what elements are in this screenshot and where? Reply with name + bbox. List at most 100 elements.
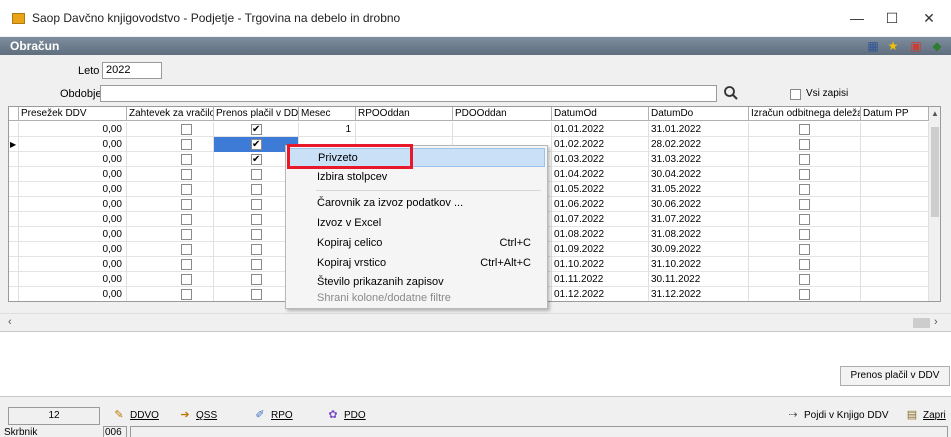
izracun-checkbox[interactable]	[799, 274, 810, 285]
cell-izracun[interactable]	[749, 197, 861, 212]
scroll-left-icon[interactable]: ‹	[8, 316, 12, 328]
zahtevek-checkbox[interactable]	[181, 274, 192, 285]
rpo-button[interactable]: ✐ RPO	[253, 408, 292, 423]
scroll-right-icon[interactable]: ›	[934, 316, 938, 328]
cell-datum-pp[interactable]	[861, 122, 929, 137]
cell-zahtevek[interactable]	[127, 212, 214, 227]
cell-datumdo[interactable]: 31.05.2022	[649, 182, 749, 197]
maximize-button[interactable]: ☐	[880, 8, 904, 28]
menu-item-kopiraj-vrstico[interactable]: Kopiraj vrstico Ctrl+Alt+C	[288, 254, 545, 273]
cell-datum-pp[interactable]	[861, 272, 929, 287]
cell-datumod[interactable]: 01.05.2022	[552, 182, 649, 197]
cell-presezek[interactable]: 0,00	[19, 152, 127, 167]
cell-zahtevek[interactable]	[127, 152, 214, 167]
izracun-checkbox[interactable]	[799, 259, 810, 270]
menu-item-carovnik-izvoz[interactable]: Čarovnik za izvoz podatkov ...	[288, 194, 545, 213]
col-rpooddan[interactable]: RPOOddan	[356, 107, 453, 121]
prenos-checkbox[interactable]	[251, 137, 262, 152]
zahtevek-checkbox[interactable]	[181, 199, 192, 210]
cell-datumdo[interactable]: 30.04.2022	[649, 167, 749, 182]
zahtevek-checkbox[interactable]	[181, 229, 192, 240]
prenos-checkbox[interactable]	[251, 214, 262, 225]
ddvo-button[interactable]: ✎ DDVO	[112, 408, 159, 423]
cell-izracun[interactable]	[749, 272, 861, 287]
cell-presezek[interactable]: 0,00	[19, 137, 127, 152]
col-zahtevek-za-vracilo[interactable]: Zahtevek za vračilo	[127, 107, 214, 121]
cell-presezek[interactable]: 0,00	[19, 287, 127, 301]
cell-datumdo[interactable]: 30.09.2022	[649, 242, 749, 257]
col-datumdo[interactable]: DatumDo	[649, 107, 749, 121]
prenos-checkbox[interactable]	[251, 259, 262, 270]
zapri-button[interactable]: ▤ Zapri	[905, 408, 946, 423]
col-datumod[interactable]: DatumOd	[552, 107, 649, 121]
cell-datum-pp[interactable]	[861, 212, 929, 227]
zahtevek-checkbox[interactable]	[181, 139, 192, 150]
cell-prenos[interactable]	[214, 122, 299, 137]
cell-datumdo[interactable]: 31.01.2022	[649, 122, 749, 137]
zahtevek-checkbox[interactable]	[181, 124, 192, 135]
cell-datumod[interactable]: 01.07.2022	[552, 212, 649, 227]
zahtevek-checkbox[interactable]	[181, 244, 192, 255]
pdo-button[interactable]: ✿ PDO	[326, 408, 365, 423]
cell-datumdo[interactable]: 30.06.2022	[649, 197, 749, 212]
table-row[interactable]: 0,00 1 01.01.202231.01.2022	[9, 122, 929, 137]
cell-izracun[interactable]	[749, 122, 861, 137]
prenos-checkbox[interactable]	[251, 274, 262, 285]
izracun-checkbox[interactable]	[799, 154, 810, 165]
cell-presezek[interactable]: 0,00	[19, 167, 127, 182]
grid-vertical-scroll-thumb[interactable]	[931, 127, 939, 217]
qss-button[interactable]: ➔ QSS	[178, 408, 217, 423]
zahtevek-checkbox[interactable]	[181, 259, 192, 270]
cell-presezek[interactable]: 0,00	[19, 242, 127, 257]
prenos-checkbox[interactable]	[251, 199, 262, 210]
cell-presezek[interactable]: 0,00	[19, 197, 127, 212]
prenos-checkbox[interactable]	[251, 122, 262, 137]
col-mesec[interactable]: Mesec	[299, 107, 356, 121]
pdf-icon[interactable]: ▣	[909, 39, 923, 53]
obdobje-input[interactable]	[100, 85, 717, 102]
cell-presezek[interactable]: 0,00	[19, 182, 127, 197]
izracun-checkbox[interactable]	[799, 199, 810, 210]
vsi-zapisi-checkbox[interactable]	[790, 89, 801, 100]
grid-vertical-scrollbar[interactable]: ▲	[929, 107, 940, 301]
cell-izracun[interactable]	[749, 227, 861, 242]
izracun-checkbox[interactable]	[799, 289, 810, 300]
leto-input[interactable]: 2022	[102, 62, 162, 79]
cell-datumod[interactable]: 01.08.2022	[552, 227, 649, 242]
cell-datum-pp[interactable]	[861, 242, 929, 257]
cell-izracun[interactable]	[749, 152, 861, 167]
prenos-checkbox[interactable]	[251, 152, 262, 167]
prenos-checkbox[interactable]	[251, 289, 262, 300]
cell-izracun[interactable]	[749, 167, 861, 182]
cell-zahtevek[interactable]	[127, 272, 214, 287]
cell-pdooddan[interactable]	[453, 122, 552, 137]
cell-datumod[interactable]: 01.01.2022	[552, 122, 649, 137]
cell-zahtevek[interactable]	[127, 137, 214, 152]
cell-datumdo[interactable]: 31.10.2022	[649, 257, 749, 272]
col-izracun-odbitnega-deleza[interactable]: Izračun odbitnega deleža	[749, 107, 861, 121]
col-prenos-placil[interactable]: Prenos plačil v DDV	[214, 107, 299, 121]
cell-zahtevek[interactable]	[127, 242, 214, 257]
menu-item-kopiraj-celico[interactable]: Kopiraj celico Ctrl+C	[288, 234, 545, 253]
cell-datum-pp[interactable]	[861, 167, 929, 182]
izracun-checkbox[interactable]	[799, 184, 810, 195]
cell-izracun[interactable]	[749, 137, 861, 152]
cell-zahtevek[interactable]	[127, 197, 214, 212]
cell-datumdo[interactable]: 31.12.2022	[649, 287, 749, 301]
cell-presezek[interactable]: 0,00	[19, 257, 127, 272]
cell-datumod[interactable]: 01.04.2022	[552, 167, 649, 182]
cell-zahtevek[interactable]	[127, 257, 214, 272]
prenos-checkbox[interactable]	[251, 169, 262, 180]
cell-izracun[interactable]	[749, 257, 861, 272]
col-pdooddan[interactable]: PDOOddan	[453, 107, 552, 121]
star-icon[interactable]: ★	[886, 39, 900, 53]
zahtevek-checkbox[interactable]	[181, 169, 192, 180]
cell-mesec[interactable]: 1	[299, 122, 356, 137]
cell-datumod[interactable]: 01.02.2022	[552, 137, 649, 152]
cell-datum-pp[interactable]	[861, 257, 929, 272]
cell-zahtevek[interactable]	[127, 182, 214, 197]
cell-izracun[interactable]	[749, 242, 861, 257]
cell-datum-pp[interactable]	[861, 137, 929, 152]
grid-horizontal-scroll-thumb[interactable]	[913, 318, 930, 328]
cell-presezek[interactable]: 0,00	[19, 212, 127, 227]
